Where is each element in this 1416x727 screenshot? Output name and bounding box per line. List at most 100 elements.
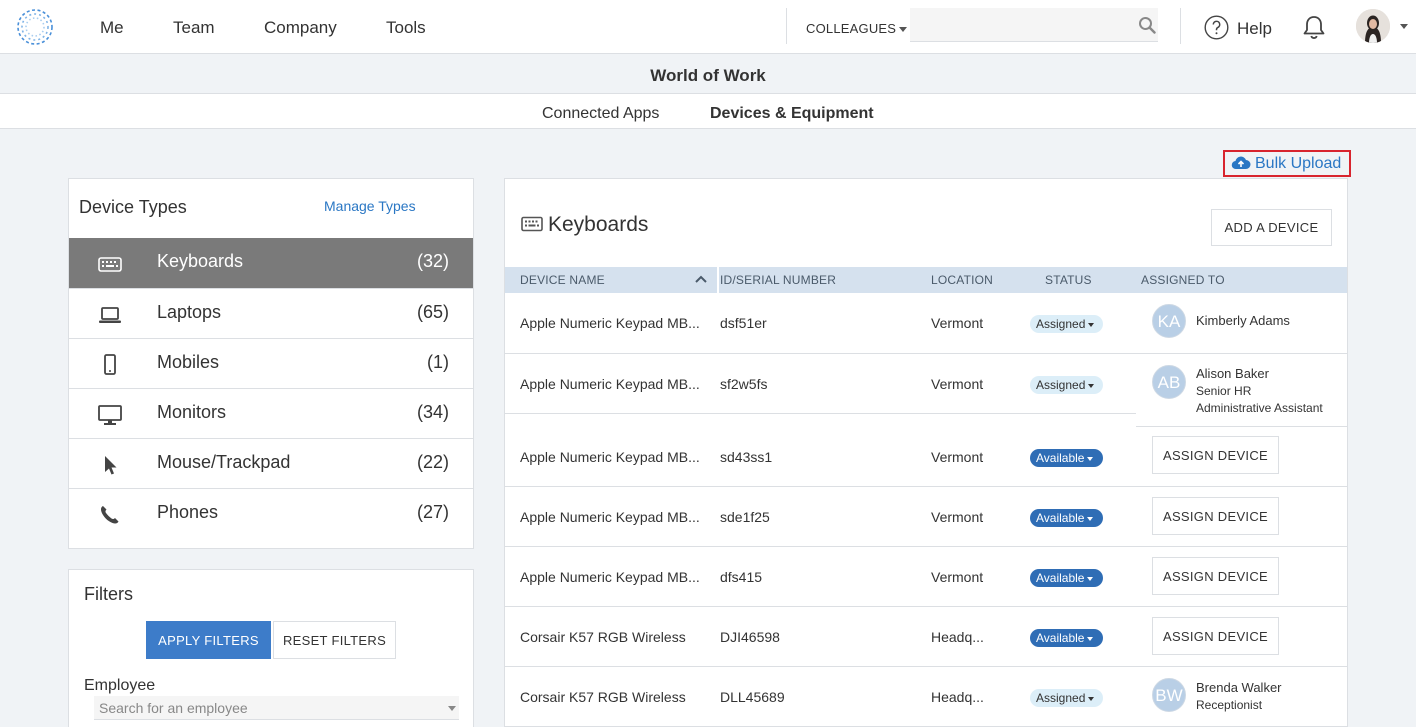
table-row[interactable]: Corsair K57 RGB Wireless DLL45689 Headq.… [505, 667, 1347, 727]
colleagues-label: COLLEAGUES [806, 21, 897, 36]
keyboard-icon [98, 257, 122, 272]
device-type-mobiles[interactable]: Mobiles (1) [69, 338, 473, 388]
status-label: Available [1036, 631, 1085, 645]
assign-device-button[interactable]: ASSIGN DEVICE [1152, 617, 1279, 655]
status-dropdown[interactable]: Assigned [1030, 376, 1103, 394]
assignee-role: Administrative Assistant [1196, 401, 1323, 415]
status-dropdown[interactable]: Available [1030, 449, 1103, 467]
device-type-laptops[interactable]: Laptops (65) [69, 288, 473, 338]
status-label: Available [1036, 511, 1085, 525]
add-device-button[interactable]: ADD A DEVICE [1211, 209, 1332, 246]
device-list-title: Keyboards [548, 213, 649, 236]
device-type-count: (32) [416, 251, 449, 271]
chevron-down-icon [1087, 636, 1094, 641]
mobile-icon [104, 354, 116, 375]
device-name[interactable]: Apple Numeric Keypad MB... [520, 509, 700, 525]
column-location[interactable]: LOCATION [931, 273, 993, 287]
bulk-upload-label: Bulk Upload [1255, 155, 1342, 172]
column-device-name[interactable]: DEVICE NAME [520, 273, 605, 287]
column-assigned-to[interactable]: ASSIGNED TO [1141, 273, 1225, 287]
status-dropdown[interactable]: Assigned [1030, 689, 1103, 707]
device-type-monitors[interactable]: Monitors (34) [69, 388, 473, 438]
phone-icon [101, 506, 119, 524]
nav-me[interactable]: Me [100, 18, 124, 38]
apply-filters-button[interactable]: APPLY FILTERS [146, 621, 271, 659]
manage-types-link[interactable]: Manage Types [324, 198, 416, 214]
device-type-mouse-trackpad[interactable]: Mouse/Trackpad (22) [69, 438, 473, 488]
device-name[interactable]: Corsair K57 RGB Wireless [520, 629, 686, 645]
device-types-title: Device Types [79, 197, 187, 217]
table-row[interactable]: Apple Numeric Keypad MB... sde1f25 Vermo… [505, 487, 1347, 547]
device-name[interactable]: Apple Numeric Keypad MB... [520, 315, 700, 331]
assignee-avatar[interactable]: AB [1152, 365, 1186, 399]
chevron-down-icon [1087, 516, 1094, 521]
device-type-count: (65) [416, 302, 449, 322]
help-icon[interactable] [1204, 15, 1229, 40]
status-dropdown[interactable]: Available [1030, 629, 1103, 647]
assignee-name[interactable]: Alison Baker [1196, 366, 1269, 381]
device-name[interactable]: Apple Numeric Keypad MB... [520, 376, 700, 392]
chevron-down-icon [1087, 576, 1094, 581]
employee-search-input[interactable] [94, 696, 459, 720]
table-row[interactable]: Apple Numeric Keypad MB... sd43ss1 Vermo… [505, 414, 1347, 487]
colleagues-dropdown[interactable]: COLLEAGUES [806, 21, 908, 36]
assignee-name[interactable]: Brenda Walker [1196, 680, 1282, 695]
device-name[interactable]: Apple Numeric Keypad MB... [520, 449, 700, 465]
device-name[interactable]: Apple Numeric Keypad MB... [520, 569, 700, 585]
location: Vermont [931, 449, 984, 465]
assign-device-button[interactable]: ASSIGN DEVICE [1152, 497, 1279, 535]
chevron-down-icon[interactable] [448, 706, 456, 711]
help-link[interactable]: Help [1237, 19, 1272, 39]
serial-number: DLL45689 [720, 689, 785, 705]
status-label: Available [1036, 451, 1085, 465]
location: Headq... [931, 689, 984, 705]
user-avatar[interactable] [1356, 9, 1390, 43]
keyboard-icon [521, 216, 543, 232]
device-type-label: Phones [157, 502, 219, 522]
device-type-count: (22) [416, 452, 449, 472]
device-type-label: Monitors [157, 402, 227, 422]
avatar-chevron-down-icon[interactable] [1400, 24, 1408, 29]
nav-team[interactable]: Team [173, 18, 215, 38]
assignee-role: Senior HR [1196, 384, 1252, 398]
table-row[interactable]: Apple Numeric Keypad MB... dsf51er Vermo… [505, 293, 1347, 354]
table-row[interactable]: Apple Numeric Keypad MB... sf2w5fs Vermo… [505, 354, 1347, 415]
company-logo-icon[interactable] [14, 6, 56, 48]
bulk-upload-button[interactable]: Bulk Upload [1223, 150, 1351, 177]
table-row[interactable]: Apple Numeric Keypad MB... dfs415 Vermon… [505, 547, 1347, 607]
sort-ascending-icon[interactable] [695, 275, 707, 283]
status-dropdown[interactable]: Available [1030, 569, 1103, 587]
search-input[interactable] [910, 8, 1158, 42]
device-type-count: (27) [416, 502, 449, 522]
assignee-avatar[interactable]: BW [1152, 678, 1186, 712]
assignee-name[interactable]: Kimberly Adams [1196, 313, 1290, 328]
chevron-down-icon [1087, 456, 1094, 461]
user-photo-icon [1356, 9, 1390, 43]
filters-title: Filters [84, 584, 133, 604]
nav-tools[interactable]: Tools [386, 18, 426, 38]
serial-number: sd43ss1 [720, 449, 773, 465]
search-icon[interactable] [1138, 16, 1156, 34]
cloud-upload-icon [1231, 156, 1251, 170]
page-header: World of Work [0, 55, 1416, 94]
nav-company[interactable]: Company [264, 18, 337, 38]
device-type-phones[interactable]: Phones (27) [69, 488, 473, 538]
assign-device-button[interactable]: ASSIGN DEVICE [1152, 557, 1279, 595]
table-row[interactable]: Corsair K57 RGB Wireless DJI46598 Headq.… [505, 607, 1347, 667]
column-status[interactable]: STATUS [1045, 273, 1092, 287]
assign-device-button[interactable]: ASSIGN DEVICE [1152, 436, 1279, 474]
status-dropdown[interactable]: Assigned [1030, 315, 1103, 333]
assignee-avatar[interactable]: KA [1152, 304, 1186, 338]
chevron-down-icon [1088, 696, 1095, 701]
status-dropdown[interactable]: Available [1030, 509, 1103, 527]
tab-devices-equipment[interactable]: Devices & Equipment [710, 105, 874, 123]
bell-icon[interactable] [1300, 14, 1328, 42]
column-serial-number[interactable]: ID/SERIAL NUMBER [720, 273, 836, 287]
device-type-keyboards[interactable]: Keyboards (32) [69, 238, 473, 288]
tab-connected-apps[interactable]: Connected Apps [542, 105, 659, 123]
reset-filters-button[interactable]: RESET FILTERS [273, 621, 396, 659]
device-name[interactable]: Corsair K57 RGB Wireless [520, 689, 686, 705]
devices-panel: Keyboards ADD A DEVICE DEVICE NAME ID/SE… [504, 178, 1348, 727]
device-type-label: Laptops [157, 302, 222, 322]
laptop-icon [99, 307, 121, 323]
